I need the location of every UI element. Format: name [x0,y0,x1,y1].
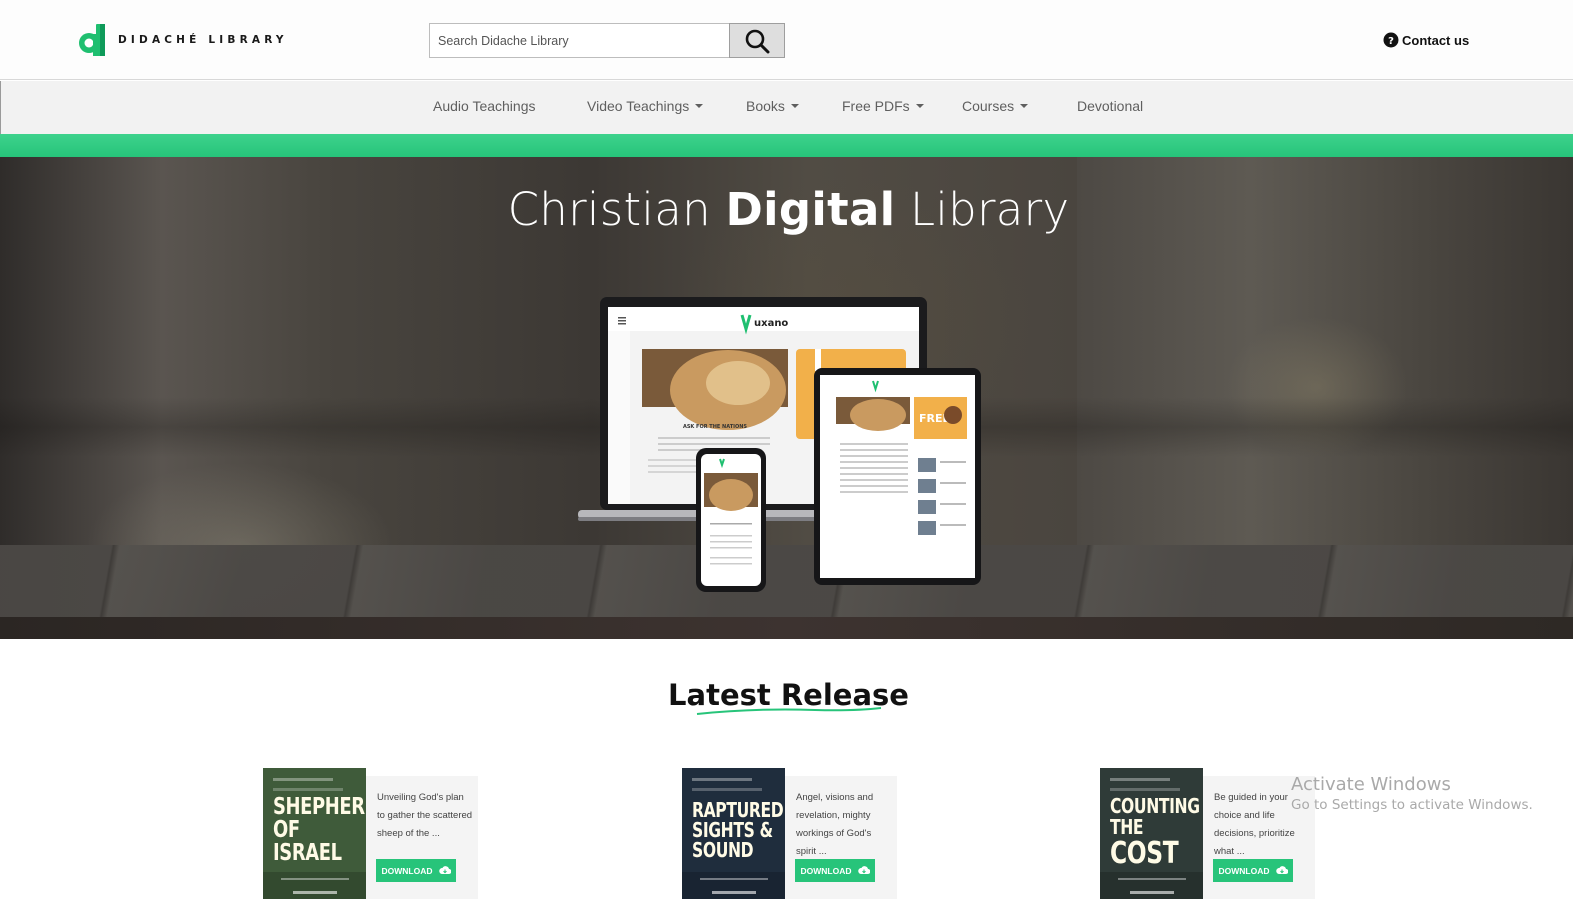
cover-author-line [293,891,337,894]
cloud-download-icon [857,866,870,874]
site-logo[interactable]: DIDACHÉ LIBRARY [78,24,288,56]
nav-item-audio-teachings[interactable]: Audio Teachings [433,98,535,114]
cover-header-line [273,788,343,791]
device-brand-text: uxano [754,318,788,329]
cover-author-line [1130,891,1174,894]
book-card[interactable]: COUNTING THE COST Be guided in your choi… [1100,768,1316,899]
cover-footer [1100,872,1203,899]
download-button[interactable]: DOWNLOAD [795,859,875,882]
caret-down-icon [1020,104,1029,108]
nav-item-free-pdfs[interactable]: Free PDFs [842,98,924,114]
cover-footer [263,872,366,899]
cover-title-line: COST [1110,836,1179,871]
book-card[interactable]: RAPTURED: SIGHTS & SOUND Angel, visions … [682,768,898,899]
cloud-download-icon [438,866,451,874]
nav-item-label: Free PDFs [842,98,910,114]
nav-item-label: Audio Teachings [433,98,536,114]
search-input[interactable] [429,23,729,58]
main-nav: Audio Teachings Video Teachings Books Fr… [0,81,1573,134]
cover-author-line [712,891,756,894]
contact-us-label: Contact us [1402,32,1470,48]
nav-item-label: Courses [962,98,1015,114]
download-label: DOWNLOAD [381,865,433,876]
book-cover[interactable]: SHEPHERD OF ISRAEL [263,768,366,899]
cover-header-line [692,778,752,781]
book-description: Angel, visions and revelation, mighty wo… [796,792,874,857]
caret-down-icon [695,104,704,108]
nav-item-books[interactable]: Books [746,98,799,114]
cover-title-line: SIGHTS & [692,818,773,842]
site-header: DIDACHÉ LIBRARY ? Contact us [0,0,1573,80]
nav-item-courses[interactable]: Courses [962,98,1029,114]
caret-down-icon [915,104,924,108]
search-icon [745,29,770,53]
cover-title-line: ISRAEL [273,840,342,866]
svg-text:?: ? [1388,36,1394,47]
cover-header-line [692,788,762,791]
cover-header-line [1110,778,1170,781]
hero-title-pre: Christian [507,183,726,236]
cover-footer [682,872,785,899]
book-cover[interactable]: COUNTING THE COST [1100,768,1203,899]
page: DIDACHÉ LIBRARY ? Contact us Audio Teach… [0,0,1573,899]
watermark-line-1: Activate Windows [1291,774,1451,795]
download-button[interactable]: DOWNLOAD [376,859,456,882]
cover-title-line: COUNTING [1110,794,1200,818]
hero-banner: Christian Digital Library uxano ASK FOR … [0,157,1573,639]
cover-footer-line [1118,878,1186,880]
watermark-line-2: Go to Settings to activate Windows. [1291,797,1533,813]
hero-title: Christian Digital Library [0,183,1573,236]
contact-us-link[interactable]: ? Contact us [1383,32,1469,48]
search-form [429,23,785,58]
nav-item-video-teachings[interactable]: Video Teachings [587,98,704,114]
download-label: DOWNLOAD [1218,865,1270,876]
cover-title: RAPTURED: SIGHTS & SOUND [692,800,785,860]
cover-title-line: SOUND [692,838,754,862]
windows-activation-watermark: Activate Windows Go to Settings to activ… [1291,774,1533,813]
nav-item-label: Books [746,98,785,114]
hero-title-post: Library [895,183,1070,236]
caret-down-icon [790,104,799,108]
logo-text: DIDACHÉ LIBRARY [118,34,288,46]
cover-header-line [1110,788,1180,791]
accent-band [0,134,1573,157]
cover-title: SHEPHERD OF ISRAEL [273,796,366,865]
cover-header-line [273,778,333,781]
cover-title-line: OF [273,817,300,843]
cover-title-line: THE [1110,815,1144,839]
download-label: DOWNLOAD [800,865,852,876]
cover-footer-line [281,878,349,880]
heading-underline-decoration [696,707,882,715]
cover-footer-line [700,878,768,880]
nav-item-devotional[interactable]: Devotional [1077,98,1143,114]
cloud-download-icon [1275,866,1288,874]
nav-item-label: Devotional [1077,98,1144,114]
cover-title-line: SHEPHERD [273,794,366,820]
cover-title-line: RAPTURED: [692,798,785,822]
device-article-title: ASK FOR THE NATIONS [683,424,747,430]
download-button[interactable]: DOWNLOAD [1213,859,1293,882]
didache-logo-icon [79,24,105,56]
hero-bottom-strip [0,617,1573,639]
hero-title-bold: Digital [725,183,896,236]
devices-mockup-image: uxano ASK FOR THE NATIONS FREE [578,297,981,592]
nav-item-label: Video Teachings [587,98,690,114]
cover-title: COUNTING THE COST [1110,796,1200,870]
search-button[interactable] [729,23,785,58]
book-card[interactable]: SHEPHERD OF ISRAEL Unveiling God's plan … [263,768,479,899]
book-cover[interactable]: RAPTURED: SIGHTS & SOUND [682,768,785,899]
book-description: Unveiling God's plan to gather the scatt… [377,792,473,839]
question-circle-icon: ? [1383,32,1399,48]
